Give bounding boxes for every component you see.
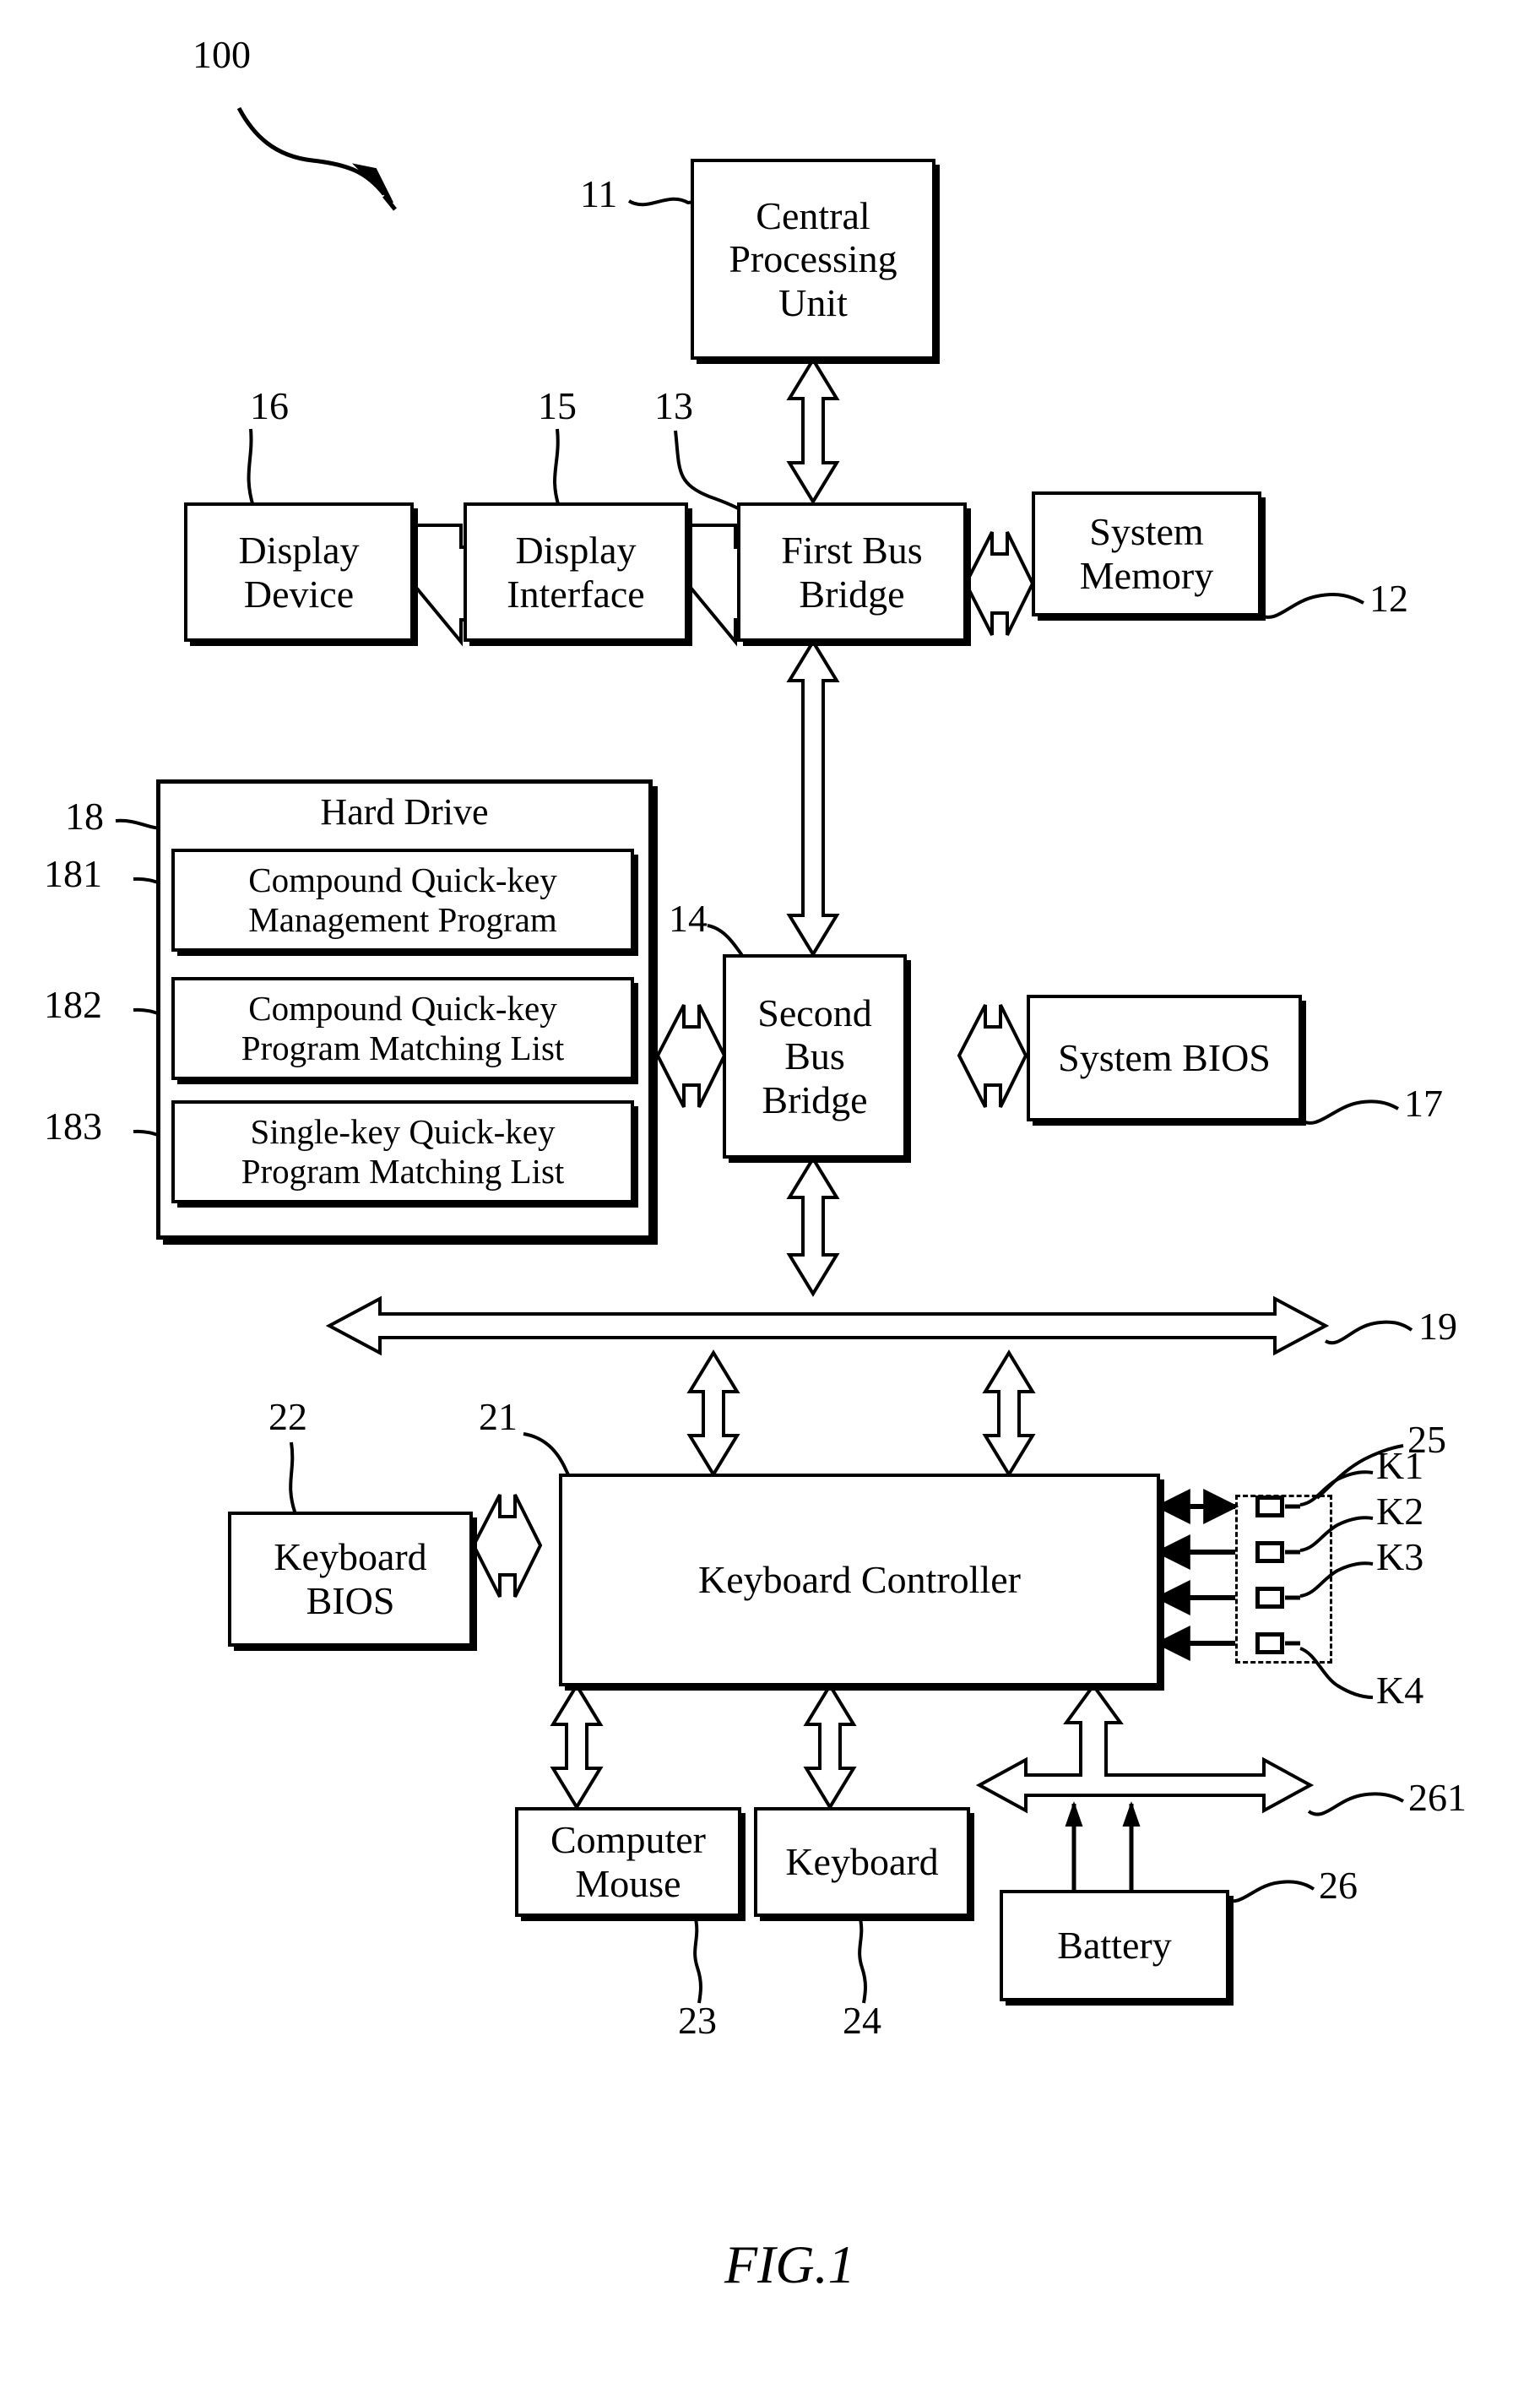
second-bus-bridge-label: Second Bus Bridge [757, 991, 872, 1121]
block-battery: Battery [1000, 1890, 1229, 2001]
numeral-26: 26 [1319, 1864, 1358, 1907]
block-second-bus-bridge: Second Bus Bridge [723, 954, 907, 1159]
key-switch-k3[interactable] [1255, 1587, 1284, 1609]
numeral-24: 24 [843, 1999, 881, 2042]
numeral-100: 100 [192, 33, 251, 76]
numeral-21: 21 [479, 1395, 518, 1438]
numeral-k1: K1 [1376, 1444, 1424, 1487]
block-system-memory: System Memory [1032, 491, 1261, 616]
key-switch-k4[interactable] [1255, 1632, 1284, 1654]
numeral-11: 11 [580, 172, 618, 215]
numeral-181: 181 [44, 852, 102, 895]
numeral-16: 16 [250, 384, 289, 427]
block-display-device: Display Device [184, 502, 414, 642]
keyboard-controller-label: Keyboard Controller [698, 1558, 1021, 1602]
hard-drive-item-label: Single-key Quick-key Program Matching Li… [241, 1111, 565, 1191]
system-bios-label: System BIOS [1058, 1036, 1271, 1080]
hard-drive-item-compound-matching-list: Compound Quick-key Program Matching List [171, 977, 634, 1080]
numeral-14: 14 [669, 897, 708, 940]
numeral-18: 18 [65, 795, 104, 838]
hard-drive-item-single-key-matching-list: Single-key Quick-key Program Matching Li… [171, 1100, 634, 1203]
keyboard-label: Keyboard [785, 1840, 939, 1884]
numeral-182: 182 [44, 983, 102, 1026]
patent-figure-page: Central Processing Unit Display Device D… [0, 0, 1540, 2394]
block-first-bus-bridge: First Bus Bridge [737, 502, 967, 642]
computer-mouse-label: Computer Mouse [550, 1818, 706, 1905]
block-system-bios: System BIOS [1027, 995, 1302, 1121]
numeral-k3: K3 [1376, 1535, 1424, 1578]
numeral-261: 261 [1408, 1776, 1467, 1819]
numeral-17: 17 [1404, 1082, 1443, 1125]
block-display-interface: Display Interface [464, 502, 688, 642]
hard-drive-item-compound-management-program: Compound Quick-key Management Program [171, 849, 634, 952]
cpu-label: Central Processing Unit [729, 193, 897, 324]
numeral-k4: K4 [1376, 1669, 1424, 1712]
numeral-12: 12 [1369, 577, 1408, 620]
numeral-22: 22 [268, 1395, 307, 1438]
block-computer-mouse: Computer Mouse [515, 1807, 741, 1917]
numeral-k2: K2 [1376, 1490, 1424, 1533]
block-keyboard-controller: Keyboard Controller [559, 1474, 1160, 1686]
block-keyboard-bios: Keyboard BIOS [228, 1512, 473, 1647]
figure-caption: FIG.1 [724, 2234, 855, 2294]
first-bus-bridge-label: First Bus Bridge [781, 528, 923, 616]
block-central-processing-unit: Central Processing Unit [691, 159, 935, 360]
keyboard-bios-label: Keyboard BIOS [274, 1535, 427, 1622]
display-device-label: Display Device [238, 528, 360, 616]
block-keyboard: Keyboard [754, 1807, 970, 1917]
display-interface-label: Display Interface [507, 528, 645, 616]
numeral-15: 15 [538, 384, 577, 427]
numeral-13: 13 [654, 384, 693, 427]
hard-drive-item-label: Compound Quick-key Management Program [248, 860, 557, 939]
numeral-23: 23 [678, 1999, 717, 2042]
numeral-19: 19 [1418, 1305, 1457, 1348]
hard-drive-title: Hard Drive [320, 791, 489, 833]
key-switch-k1[interactable] [1255, 1496, 1284, 1517]
hard-drive-item-label: Compound Quick-key Program Matching List [241, 988, 565, 1067]
system-memory-label: System Memory [1079, 510, 1214, 597]
numeral-183: 183 [44, 1105, 102, 1148]
key-switch-k2[interactable] [1255, 1541, 1284, 1563]
battery-label: Battery [1057, 1924, 1172, 1968]
